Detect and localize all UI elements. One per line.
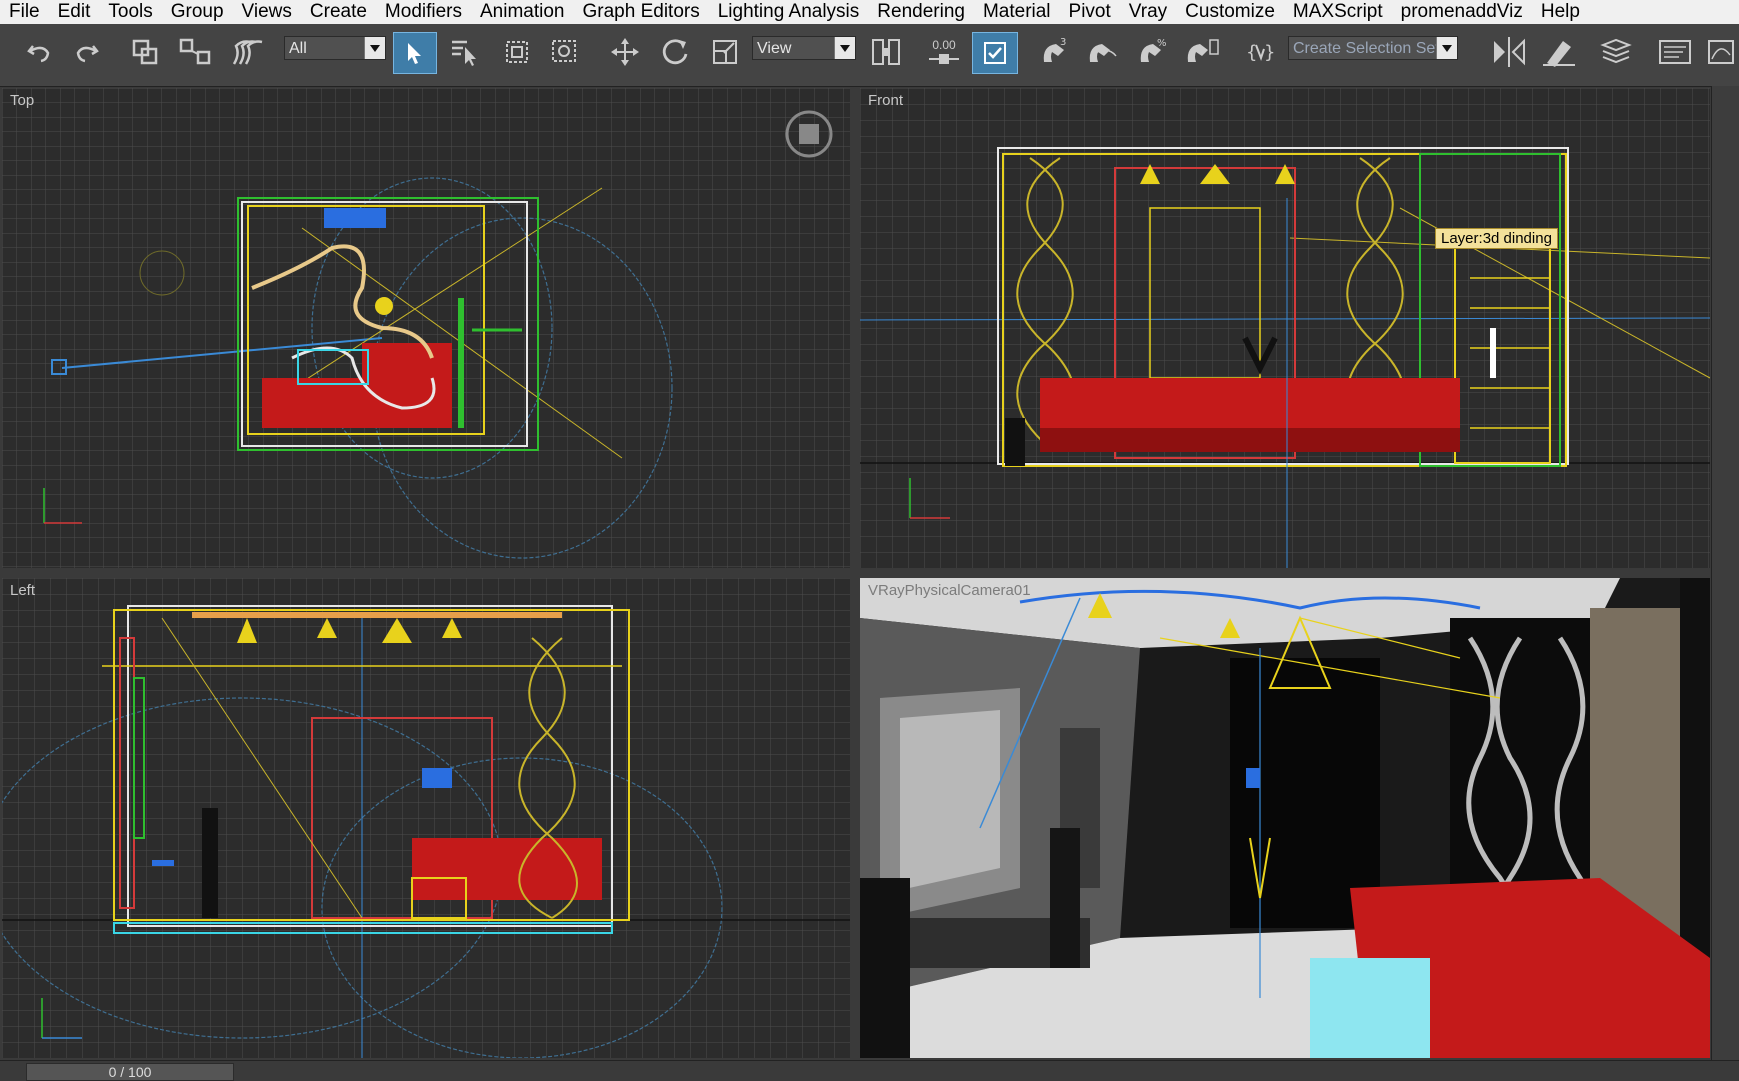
menu-item-create[interactable]: Create bbox=[301, 0, 376, 24]
chevron-down-icon bbox=[1436, 37, 1457, 59]
viewport-front[interactable]: Front Layer:3d dinding bbox=[860, 88, 1710, 568]
pivot-icon[interactable] bbox=[866, 34, 906, 70]
scale-icon[interactable] bbox=[706, 34, 744, 70]
time-slider-bar: 0 / 100 bbox=[0, 1060, 1739, 1081]
svg-text:3: 3 bbox=[1060, 37, 1066, 48]
graphite-icon[interactable] bbox=[1654, 34, 1696, 70]
main-toolbar: All View 0.00 3 % {} Create Selection Se… bbox=[0, 24, 1739, 87]
left-view-scene bbox=[2, 578, 850, 1058]
menu-item-animation[interactable]: Animation bbox=[471, 0, 574, 24]
menu-item-group[interactable]: Group bbox=[162, 0, 233, 24]
undo-icon[interactable] bbox=[22, 34, 56, 70]
menu-item-maxscript[interactable]: MAXScript bbox=[1284, 0, 1392, 24]
selection-set-dropdown[interactable]: Create Selection Set bbox=[1288, 36, 1458, 60]
svg-text:%: % bbox=[1157, 38, 1167, 49]
command-panel[interactable] bbox=[1711, 86, 1739, 1060]
window-crossing-icon[interactable] bbox=[546, 34, 584, 70]
menu-item-material[interactable]: Material bbox=[974, 0, 1060, 24]
front-view-scene bbox=[860, 88, 1710, 568]
select-link-icon[interactable] bbox=[128, 34, 162, 70]
menu-item-customize[interactable]: Customize bbox=[1176, 0, 1284, 24]
move-icon[interactable] bbox=[605, 34, 645, 70]
percent-snap-icon[interactable] bbox=[1082, 34, 1124, 70]
menu-item-graph-editors[interactable]: Graph Editors bbox=[574, 0, 709, 24]
align-icon[interactable] bbox=[1538, 34, 1580, 70]
viewport-camera[interactable]: VRayPhysicalCamera01 bbox=[860, 578, 1710, 1058]
menu-item-rendering[interactable]: Rendering bbox=[868, 0, 974, 24]
named-selection-icon[interactable] bbox=[1180, 34, 1224, 70]
unlink-icon[interactable] bbox=[176, 34, 216, 70]
ref-coord-dropdown[interactable]: View bbox=[752, 36, 856, 60]
rotate-icon[interactable] bbox=[655, 34, 695, 70]
menu-item-edit[interactable]: Edit bbox=[49, 0, 100, 24]
viewport-label-left[interactable]: Left bbox=[10, 582, 35, 599]
menu-item-tools[interactable]: Tools bbox=[99, 0, 161, 24]
menu-item-file[interactable]: File bbox=[0, 0, 49, 24]
time-slider-frame: 0 / 100 bbox=[108, 1064, 152, 1080]
menu-item-help[interactable]: Help bbox=[1532, 0, 1589, 24]
redo-icon[interactable] bbox=[70, 34, 104, 70]
angle-snap-icon[interactable]: 3 bbox=[1034, 34, 1076, 70]
viewport-top[interactable]: Top bbox=[2, 88, 850, 568]
spinner-snap-icon[interactable]: % bbox=[1132, 34, 1172, 70]
ref-coord-value: View bbox=[757, 40, 792, 57]
menu-item-pivot[interactable]: Pivot bbox=[1060, 0, 1120, 24]
snap-toggle-icon[interactable] bbox=[972, 32, 1018, 74]
selection-filter-value: All bbox=[289, 40, 307, 57]
svg-text:}: } bbox=[1264, 42, 1275, 63]
menu-item-promenaddviz[interactable]: promenaddViz bbox=[1392, 0, 1532, 24]
menu-item-modifiers[interactable]: Modifiers bbox=[376, 0, 471, 24]
viewport-label-top[interactable]: Top bbox=[10, 92, 34, 109]
camera-view-scene bbox=[860, 578, 1710, 1058]
menu-item-views[interactable]: Views bbox=[233, 0, 301, 24]
menu-item-lighting-analysis[interactable]: Lighting Analysis bbox=[709, 0, 869, 24]
select-by-name-icon[interactable] bbox=[447, 34, 485, 70]
menu-item-vray[interactable]: Vray bbox=[1120, 0, 1176, 24]
layer-tooltip: Layer:3d dinding bbox=[1435, 228, 1558, 249]
top-view-scene bbox=[2, 88, 850, 568]
curve-editor-icon[interactable] bbox=[1704, 34, 1738, 70]
edit-named-selection-icon[interactable]: {} bbox=[1240, 34, 1278, 70]
selection-set-placeholder: Create Selection Set bbox=[1293, 40, 1440, 57]
chevron-down-icon bbox=[834, 37, 855, 59]
select-object-icon[interactable] bbox=[393, 32, 437, 74]
menu-bar: File Edit Tools Group Views Create Modifiers An… bbox=[0, 0, 1739, 24]
chevron-down-icon bbox=[364, 37, 385, 59]
snap-value: 0.00 bbox=[932, 38, 956, 52]
viewport-label-front[interactable]: Front bbox=[868, 92, 903, 109]
viewport-label-camera[interactable]: VRayPhysicalCamera01 bbox=[868, 582, 1031, 599]
selection-filter-dropdown[interactable]: All bbox=[284, 36, 386, 60]
mirror-icon[interactable] bbox=[1488, 34, 1530, 70]
time-slider[interactable]: 0 / 100 bbox=[26, 1063, 234, 1081]
rect-region-icon[interactable] bbox=[498, 34, 536, 70]
keyboard-shortcut-icon[interactable]: 0.00 bbox=[922, 34, 966, 70]
layer-manager-icon[interactable] bbox=[1596, 34, 1636, 70]
bind-space-warp-icon[interactable] bbox=[228, 34, 268, 70]
viewport-left[interactable]: Left bbox=[2, 578, 850, 1058]
